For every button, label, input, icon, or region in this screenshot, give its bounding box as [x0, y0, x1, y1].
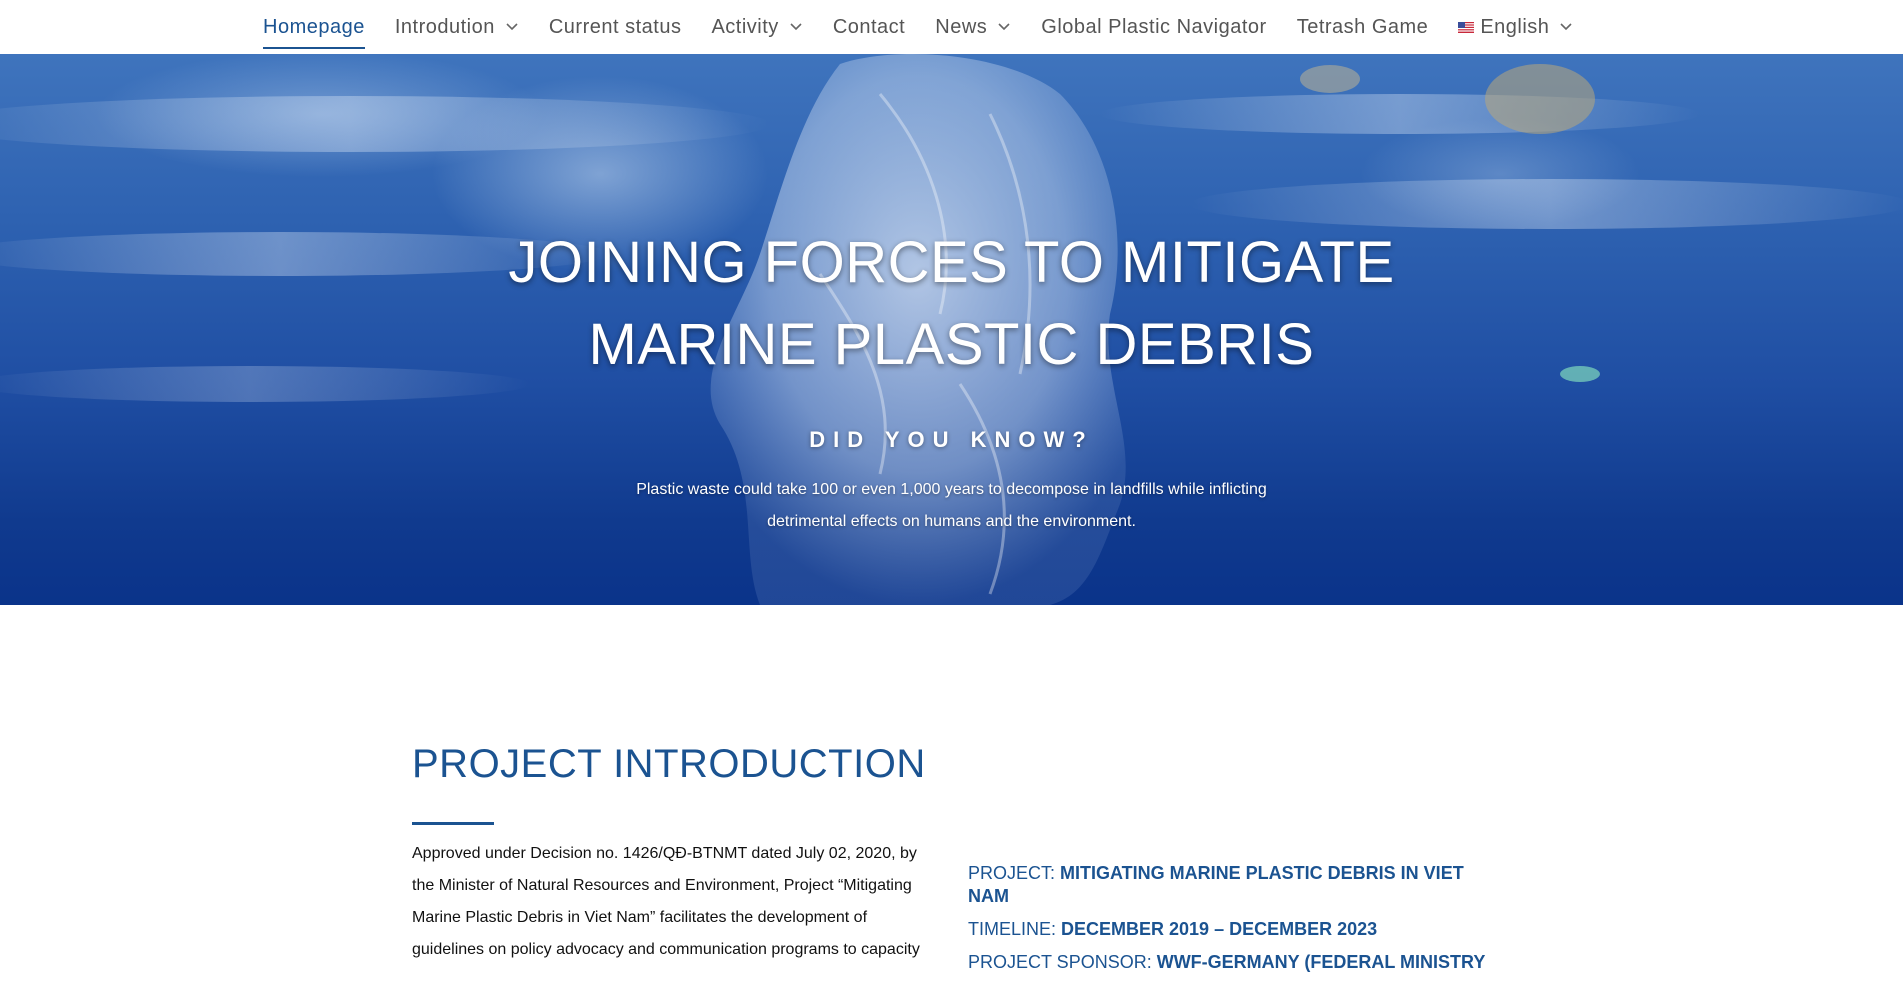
nav-item-introduction[interactable]: Introdution	[395, 0, 519, 54]
nav-item-label: Contact	[832, 15, 906, 38]
language-switcher[interactable]: English	[1458, 0, 1573, 54]
fact-sponsor: PROJECT SPONSOR: WWF-GERMANY (FEDERAL MI…	[968, 951, 1488, 974]
nav-item-activity[interactable]: Activity	[711, 0, 802, 54]
nav-item-label: Homepage	[263, 15, 365, 38]
nav-menu: Homepage Introdution Current status Acti…	[263, 0, 1573, 54]
chevron-down-icon	[1559, 22, 1573, 32]
nav-item-label: News	[935, 15, 988, 38]
nav-item-tetrash-game[interactable]: Tetrash Game	[1297, 0, 1429, 54]
heading-underline	[412, 822, 494, 825]
hero-title: JOINING FORCES TO MITIGATE MARINE PLASTI…	[0, 222, 1903, 386]
nav-item-label: Current status	[548, 15, 682, 38]
hero-description: Plastic waste could take 100 or even 1,0…	[636, 481, 1267, 530]
chevron-down-icon	[505, 22, 519, 32]
fact-label: PROJECT:	[968, 863, 1061, 883]
hero-kicker: DID YOU KNOW?	[809, 427, 1094, 452]
project-facts: PROJECT: MITIGATING MARINE PLASTIC DEBRI…	[968, 862, 1488, 984]
nav-item-homepage[interactable]: Homepage	[263, 0, 365, 54]
hero-title-line2: MARINE PLASTIC DEBRIS	[588, 312, 1315, 377]
nav-item-label: Activity	[711, 15, 779, 38]
nav-item-label: Tetrash Game	[1296, 15, 1429, 38]
language-label: English	[1480, 15, 1550, 38]
intro-paragraph: Approved under Decision no. 1426/QĐ-BTNM…	[412, 845, 920, 958]
nav-item-news[interactable]: News	[935, 0, 1011, 54]
fact-timeline: TIMELINE: DECEMBER 2019 – DECEMBER 2023	[968, 918, 1488, 941]
hero-banner: JOINING FORCES TO MITIGATE MARINE PLASTI…	[0, 54, 1903, 605]
main-navigation: Homepage Introdution Current status Acti…	[0, 0, 1903, 54]
hero-title-line1: JOINING FORCES TO MITIGATE	[508, 230, 1395, 295]
us-flag-icon	[1458, 21, 1475, 33]
nav-item-label: Introdution	[394, 15, 495, 38]
fact-project: PROJECT: MITIGATING MARINE PLASTIC DEBRI…	[968, 862, 1488, 908]
nav-item-current-status[interactable]: Current status	[549, 0, 682, 54]
fact-label: TIMELINE:	[968, 919, 1062, 939]
fact-value: DECEMBER 2019 – DECEMBER 2023	[1061, 919, 1378, 939]
section-heading: PROJECT INTRODUCTION	[412, 742, 926, 786]
nav-item-contact[interactable]: Contact	[833, 0, 905, 54]
fact-label: PROJECT SPONSOR:	[968, 952, 1157, 972]
nav-item-label: Global Plastic Navigator	[1041, 15, 1267, 38]
chevron-down-icon	[997, 22, 1011, 32]
fact-value: WWF-GERMANY (FEDERAL MINISTRY	[1156, 952, 1486, 972]
nav-item-global-plastic-navigator[interactable]: Global Plastic Navigator	[1041, 0, 1266, 54]
chevron-down-icon	[789, 22, 803, 32]
